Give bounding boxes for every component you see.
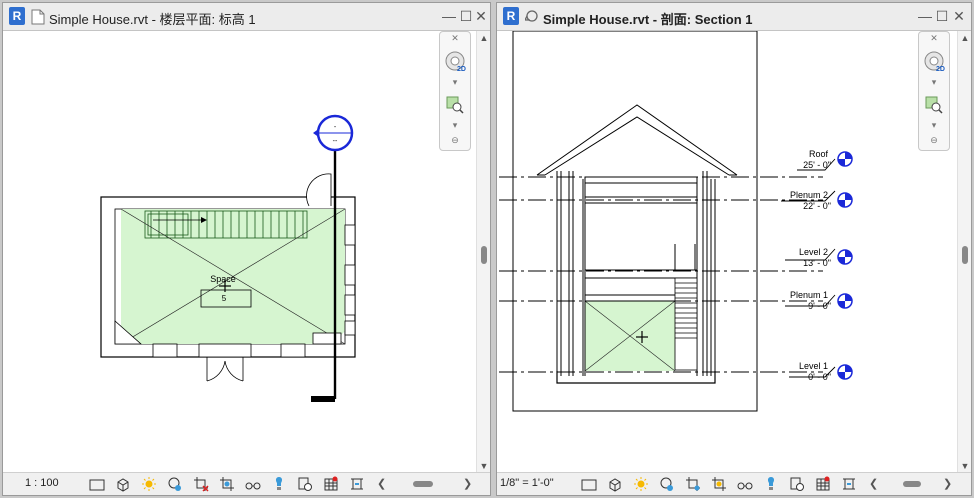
visual-style-icon[interactable] xyxy=(115,476,131,492)
space-label: Space xyxy=(210,274,236,284)
sun-path-icon[interactable] xyxy=(633,476,649,492)
level-name: Level 2 xyxy=(799,247,828,257)
title-bar[interactable]: R Simple House.rvt - 楼层平面: 标高 1 — ☐ ✕ xyxy=(3,3,490,31)
svg-text:2D: 2D xyxy=(457,66,466,72)
vertical-scrollbar[interactable]: ▲ ▼ xyxy=(476,31,490,473)
close-nav-icon[interactable]: ✕ xyxy=(919,33,949,44)
crop-view-icon[interactable] xyxy=(685,476,701,492)
svg-text:2D: 2D xyxy=(936,66,945,72)
reveal-constraints-icon[interactable] xyxy=(349,476,365,492)
minimize-icon[interactable]: — xyxy=(441,7,457,25)
highlight-displacement-icon[interactable] xyxy=(323,476,339,492)
reveal-hidden-icon[interactable] xyxy=(271,476,287,492)
temporary-hide-icon[interactable] xyxy=(245,476,261,492)
section-canvas[interactable]: Roof 25' - 0" Plenum 2 22' - 0" Level 2 … xyxy=(497,31,957,475)
collapse-icon[interactable]: ⊖ xyxy=(919,135,949,146)
zoom-region-icon[interactable] xyxy=(446,96,464,114)
reveal-constraints-icon[interactable] xyxy=(841,476,857,492)
scroll-up-icon: ▲ xyxy=(960,33,970,43)
hide-crop-icon[interactable] xyxy=(219,476,235,492)
temporary-hide-icon[interactable] xyxy=(737,476,753,492)
minimize-icon[interactable]: — xyxy=(917,7,933,25)
level-elevation: 22' - 0" xyxy=(803,201,831,211)
crop-view-icon[interactable] xyxy=(193,476,209,492)
window-title: Simple House.rvt - 楼层平面: 标高 1 xyxy=(49,12,256,27)
section-head-bottom: -- xyxy=(333,138,338,145)
section-tail xyxy=(311,396,335,402)
scroll-left-icon: ❮ xyxy=(377,478,387,490)
view-scale[interactable]: 1 : 100 xyxy=(25,477,59,489)
level-name: Plenum 1 xyxy=(790,290,828,300)
detail-level-icon[interactable] xyxy=(89,476,105,492)
space-number: 5 xyxy=(222,294,227,303)
scroll-thumb xyxy=(481,246,487,264)
floor-plan-canvas[interactable]: Space 5 - -- xyxy=(3,31,477,475)
close-icon[interactable]: ✕ xyxy=(473,7,489,25)
reveal-hidden-icon[interactable] xyxy=(763,476,779,492)
scroll-right-icon: ❯ xyxy=(463,478,473,490)
hide-crop-icon[interactable] xyxy=(711,476,727,492)
level-head-roof[interactable]: Roof 25' - 0" xyxy=(803,149,853,170)
roof xyxy=(536,104,738,176)
level-name: Plenum 2 xyxy=(790,190,828,200)
view-control-bar: 1/8" = 1'-0" ❮ ❯ xyxy=(497,472,971,495)
document-icon xyxy=(31,9,45,25)
title-bar[interactable]: R Simple House.rvt - 剖面: Section 1 — ☐ ✕ xyxy=(497,3,971,31)
sun-path-icon[interactable] xyxy=(141,476,157,492)
lock-view-icon[interactable] xyxy=(789,476,805,492)
level-head-level-2[interactable]: Level 2 13' - 0" xyxy=(799,247,853,268)
steering-wheel-icon[interactable]: 2D xyxy=(923,50,945,72)
shadows-icon[interactable] xyxy=(167,476,183,492)
scroll-down-icon: ▼ xyxy=(960,461,970,471)
view-scale[interactable]: 1/8" = 1'-0" xyxy=(500,477,554,489)
level-elevation: 13' - 0" xyxy=(803,258,831,268)
window-title: Simple House.rvt - 剖面: Section 1 xyxy=(543,12,753,27)
close-nav-icon[interactable]: ✕ xyxy=(440,33,470,44)
hscroll-thumb xyxy=(413,481,433,487)
scroll-thumb xyxy=(962,246,968,264)
level-name: Roof xyxy=(809,149,829,159)
lock-view-icon[interactable] xyxy=(297,476,313,492)
section-head[interactable]: - -- xyxy=(313,114,354,152)
double-door xyxy=(198,343,252,382)
section-view-icon xyxy=(525,10,538,22)
foundation xyxy=(556,371,716,384)
close-icon[interactable]: ✕ xyxy=(951,7,967,25)
horizontal-scrollbar[interactable]: ❮ ❯ xyxy=(375,473,475,495)
level-head-plenum-2[interactable]: Plenum 2 22' - 0" xyxy=(790,190,853,211)
counter xyxy=(312,332,342,345)
navigation-bar[interactable]: ✕ 2D ▾ ▾ ⊖ xyxy=(918,31,950,151)
level-name: Level 1 xyxy=(799,361,828,371)
navigation-bar[interactable]: ✕ 2D ▾ ▾ ⊖ xyxy=(439,31,471,151)
vertical-scrollbar[interactable]: ▲ ▼ xyxy=(957,31,971,473)
app-icon: R xyxy=(9,7,25,25)
level-elevation: 9' - 0" xyxy=(808,301,831,311)
visual-style-icon[interactable] xyxy=(607,476,623,492)
app-icon: R xyxy=(503,7,519,25)
shadows-icon[interactable] xyxy=(659,476,675,492)
level-head-plenum-1[interactable]: Plenum 1 9' - 0" xyxy=(790,290,853,311)
level-elevation: 0' - 0" xyxy=(808,372,831,382)
section-window[interactable]: R Simple House.rvt - 剖面: Section 1 — ☐ ✕ xyxy=(496,2,972,496)
zoom-region-icon[interactable] xyxy=(925,96,943,114)
maximize-icon[interactable]: ☐ xyxy=(458,7,474,25)
door-swing xyxy=(306,173,332,207)
floor-plan-window[interactable]: R Simple House.rvt - 楼层平面: 标高 1 — ☐ ✕ Sp… xyxy=(2,2,491,496)
level-elevation: 25' - 0" xyxy=(803,160,831,170)
steering-wheel-icon[interactable]: 2D xyxy=(444,50,466,72)
maximize-icon[interactable]: ☐ xyxy=(934,7,950,25)
scroll-down-icon: ▼ xyxy=(479,461,489,471)
detail-level-icon[interactable] xyxy=(581,476,597,492)
section-stair xyxy=(674,277,698,371)
highlight-displacement-icon[interactable] xyxy=(815,476,831,492)
level-head-level-1[interactable]: Level 1 0' - 0" xyxy=(799,361,853,382)
view-control-bar: 1 : 100 ❮ ❯ xyxy=(3,472,490,495)
horizontal-scrollbar[interactable]: ❮ ❯ xyxy=(867,473,957,495)
collapse-icon[interactable]: ⊖ xyxy=(440,135,470,146)
scroll-left-icon: ❮ xyxy=(869,478,879,490)
scroll-up-icon: ▲ xyxy=(479,33,489,43)
hscroll-thumb xyxy=(903,481,921,487)
scroll-right-icon: ❯ xyxy=(943,478,953,490)
